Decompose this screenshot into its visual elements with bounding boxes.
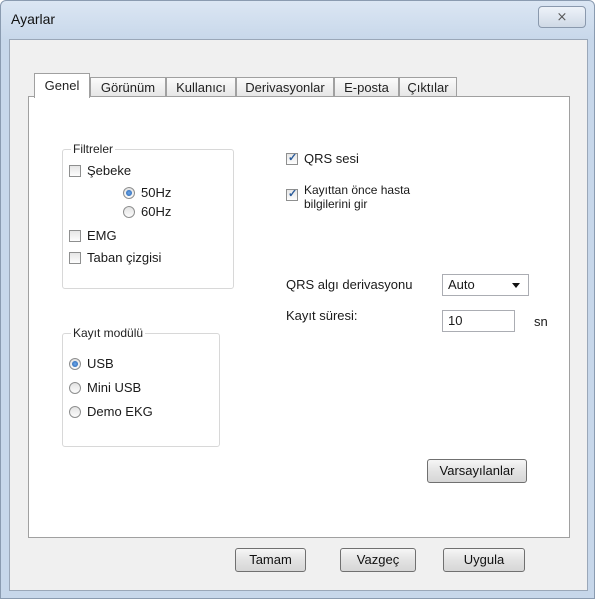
tab-ciktilar[interactable]: Çıktılar [399, 77, 457, 96]
qrs-lead-value: Auto [448, 277, 475, 292]
radio-usb-label: USB [87, 356, 114, 371]
record-duration-unit: sn [534, 314, 548, 329]
radio-dot[interactable] [123, 205, 135, 218]
radio-60hz[interactable]: 60Hz [123, 204, 171, 219]
patient-info-label-line2: bilgilerini gir [304, 197, 368, 211]
chevron-down-icon [512, 283, 520, 288]
recording-module-group: Kayıt modülü USB Mini USB Demo EKG [62, 326, 220, 447]
emg-checkbox[interactable]: EMG [69, 228, 117, 243]
patient-info-label: Kayıttan önce hasta bilgilerini gir [304, 183, 410, 211]
settings-window: Ayarlar ⨯ Genel Görünüm Kullanıcı Deriva… [0, 0, 595, 599]
radio-dot[interactable] [123, 186, 135, 199]
record-duration-value: 10 [448, 313, 463, 328]
qrs-sound-label: QRS sesi [304, 151, 359, 166]
title-bar[interactable]: Ayarlar ⨯ [1, 1, 594, 39]
filters-group-title: Filtreler [71, 142, 116, 156]
tab-eposta[interactable]: E-posta [334, 77, 399, 96]
radio-mini-usb-label: Mini USB [87, 380, 142, 395]
qrs-sound-checkbox[interactable]: QRS sesi [286, 151, 359, 166]
sebeke-checkbox[interactable]: Şebeke [69, 163, 131, 178]
radio-mini-usb[interactable]: Mini USB [69, 380, 141, 395]
record-duration-input[interactable]: 10 [442, 310, 515, 332]
tab-derivasyonlar[interactable]: Derivasyonlar [236, 77, 334, 96]
radio-dot[interactable] [69, 405, 81, 418]
checkbox-box[interactable] [69, 164, 81, 177]
tab-genel[interactable]: Genel [34, 73, 90, 98]
radio-demo-ekg-label: Demo EKG [87, 404, 153, 419]
radio-usb[interactable]: USB [69, 356, 114, 371]
close-button[interactable]: ⨯ [538, 6, 586, 28]
checkbox-box[interactable] [69, 251, 81, 264]
dialog-client-area: Genel Görünüm Kullanıcı Derivasyonlar E-… [9, 39, 588, 591]
record-duration-label: Kayıt süresi: [286, 308, 358, 323]
ok-button[interactable]: Tamam [235, 548, 306, 572]
filters-group: Filtreler Şebeke 50Hz 60Hz EMG Taban çiz… [62, 142, 234, 289]
checkbox-box[interactable] [286, 187, 298, 201]
checkbox-box[interactable] [69, 229, 81, 242]
patient-info-checkbox[interactable]: Kayıttan önce hasta bilgilerini gir [286, 183, 410, 211]
sebeke-label: Şebeke [87, 163, 132, 178]
tab-kullanici[interactable]: Kullanıcı [166, 77, 236, 96]
tab-gorunum[interactable]: Görünüm [90, 77, 166, 96]
defaults-button[interactable]: Varsayılanlar [427, 459, 527, 483]
radio-60hz-label: 60Hz [141, 204, 172, 219]
cancel-button[interactable]: Vazgeç [340, 548, 416, 572]
baseline-checkbox[interactable]: Taban çizgisi [69, 250, 161, 265]
radio-50hz-label: 50Hz [141, 185, 172, 200]
qrs-lead-dropdown[interactable]: Auto [442, 274, 529, 296]
qrs-lead-label: QRS algı derivasyonu [286, 277, 413, 292]
recording-module-title: Kayıt modülü [71, 326, 146, 340]
patient-info-label-line1: Kayıttan önce hasta [304, 183, 411, 197]
checkbox-box[interactable] [286, 151, 298, 165]
apply-button[interactable]: Uygula [443, 548, 525, 572]
window-title: Ayarlar [11, 11, 56, 27]
radio-demo-ekg[interactable]: Demo EKG [69, 404, 153, 419]
radio-dot[interactable] [69, 381, 81, 394]
tab-panel-genel: Filtreler Şebeke 50Hz 60Hz EMG Taban çiz… [28, 96, 570, 538]
close-icon: ⨯ [556, 9, 568, 24]
baseline-label: Taban çizgisi [87, 250, 162, 265]
radio-50hz[interactable]: 50Hz [123, 185, 171, 200]
emg-label: EMG [87, 228, 117, 243]
radio-dot[interactable] [69, 357, 81, 370]
